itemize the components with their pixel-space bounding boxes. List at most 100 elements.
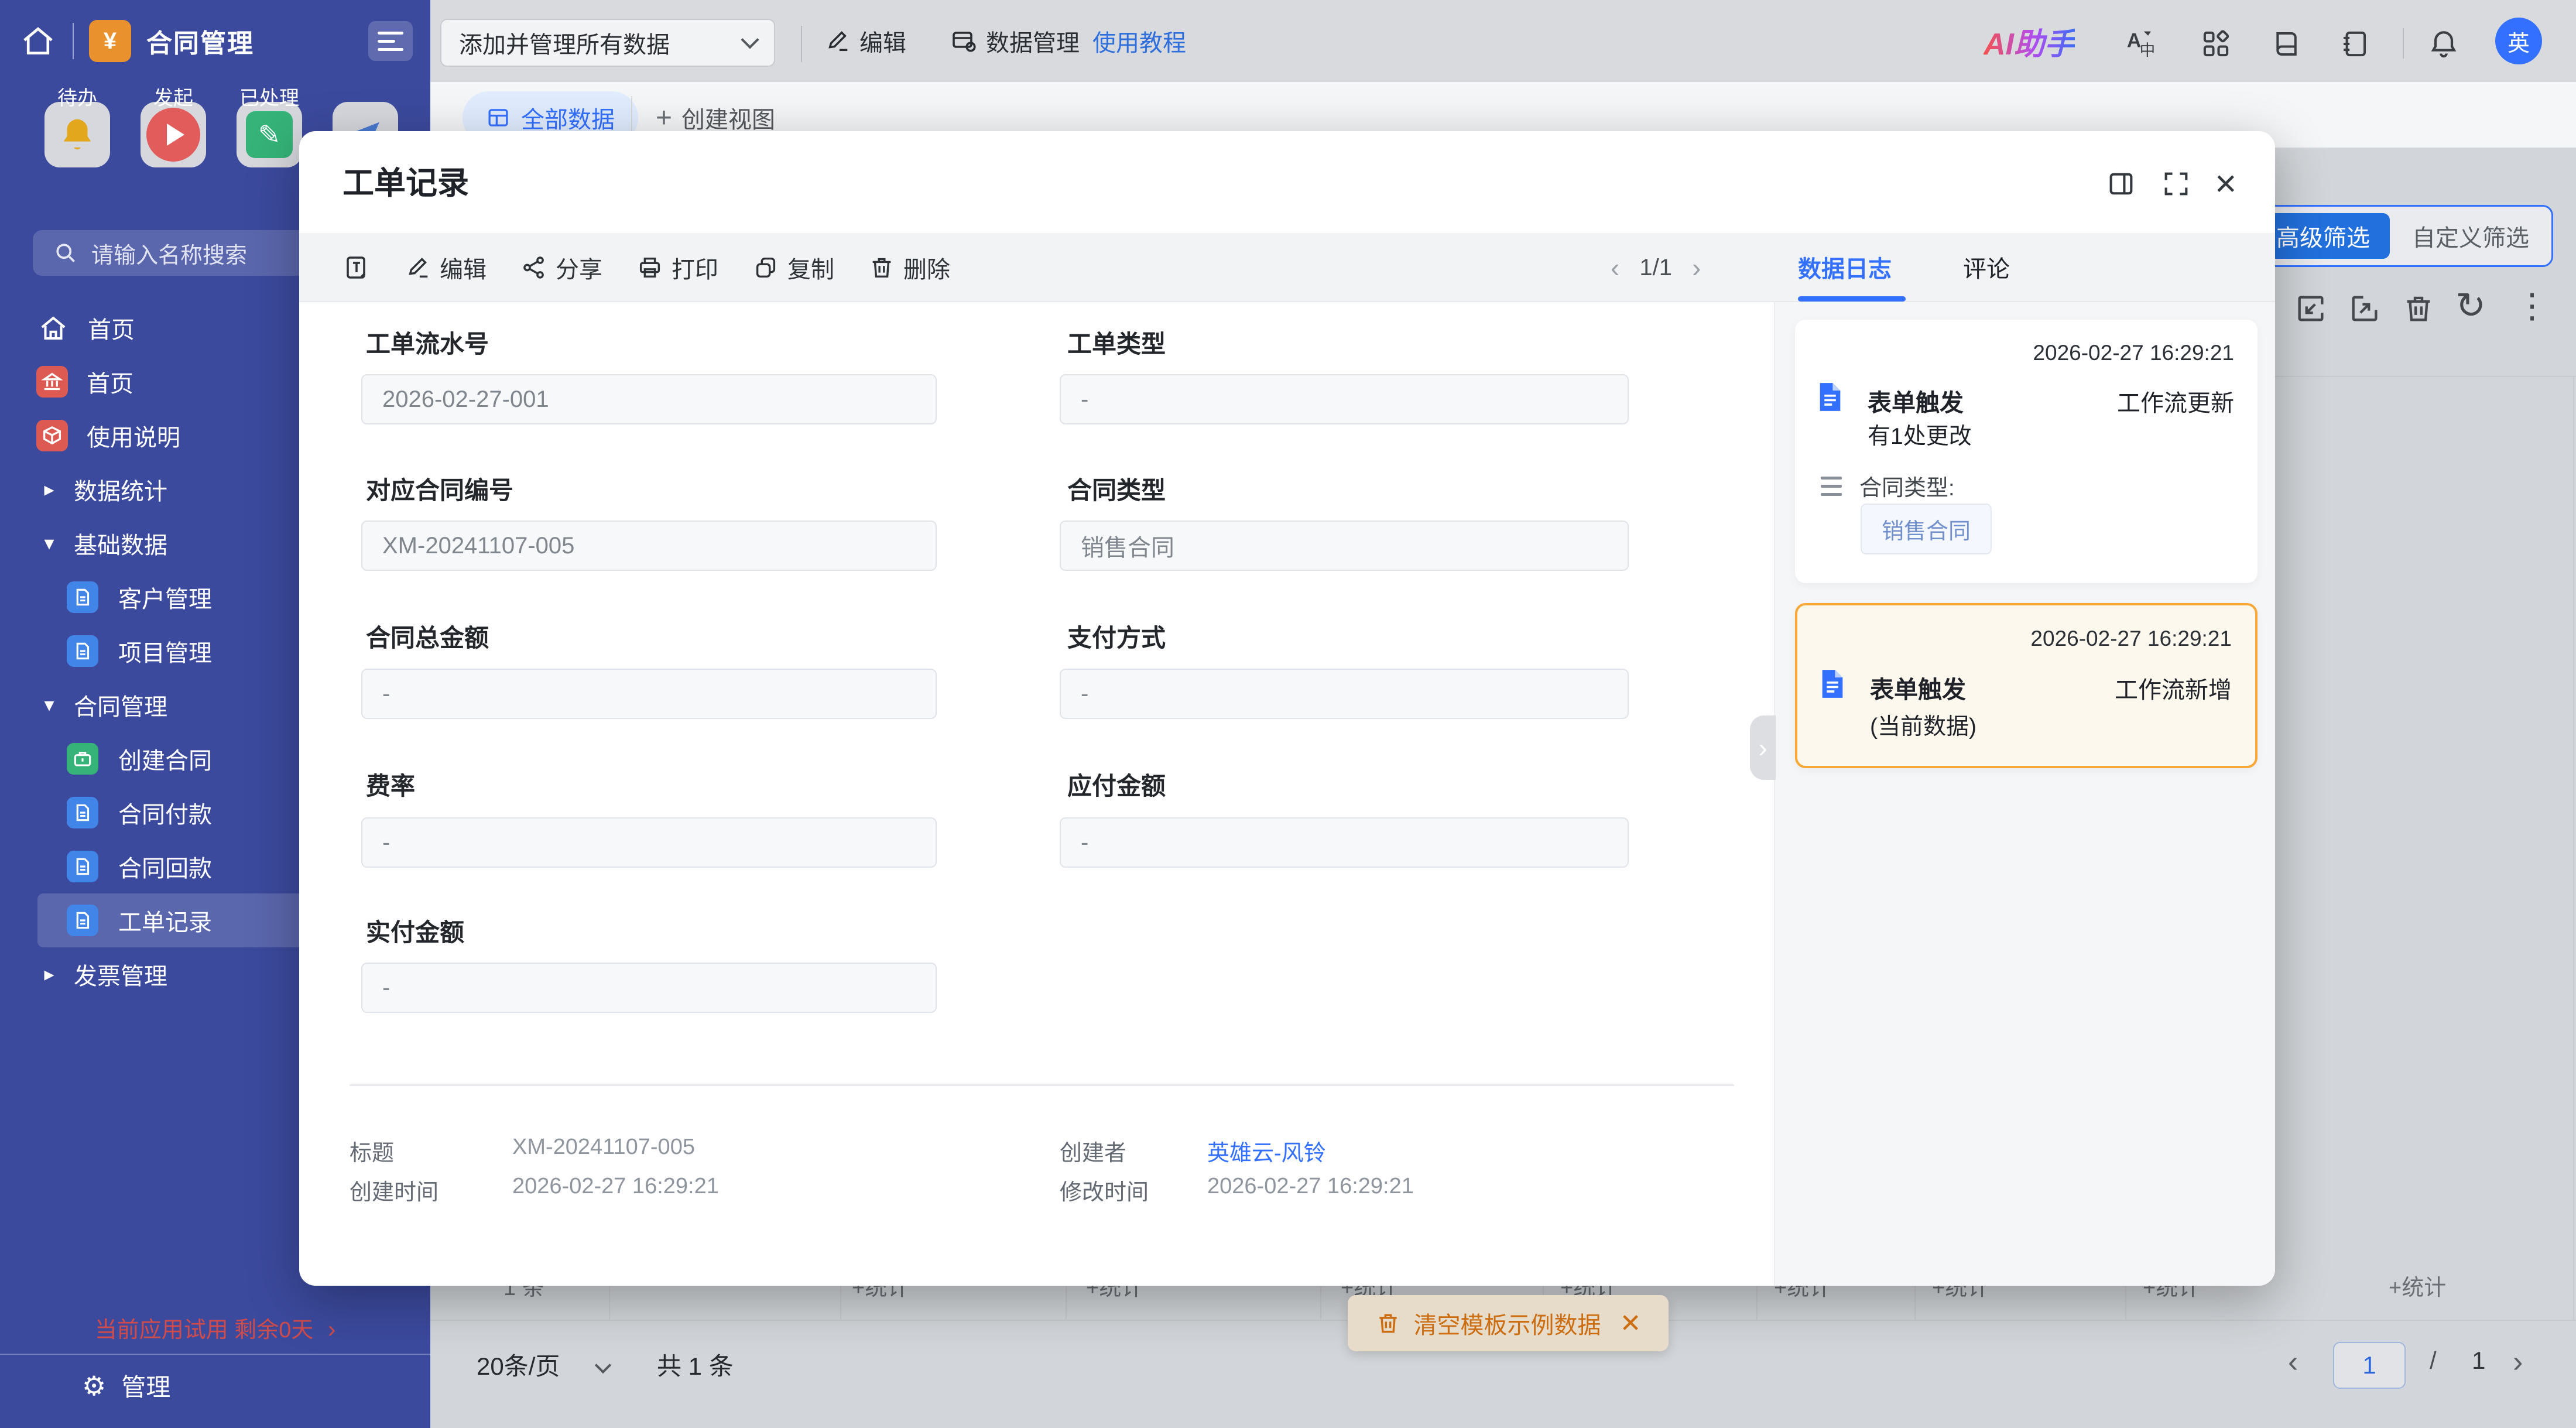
- record-pager: ‹ 1/1 ›: [1611, 233, 1701, 302]
- trash-icon: [868, 254, 895, 281]
- summary-stat[interactable]: +统计: [2389, 1269, 2446, 1302]
- pencil-icon: [824, 28, 851, 54]
- next-page-icon[interactable]: ›: [2513, 1344, 2523, 1379]
- delete-rows-icon[interactable]: [2402, 292, 2435, 326]
- meta-title-value: XM-20241107-005: [512, 1135, 695, 1160]
- page-input[interactable]: 1: [2333, 1342, 2406, 1389]
- filter-toggle: 高级筛选 自定义筛选: [2250, 205, 2553, 267]
- log-field-chip: 销售合同: [1861, 504, 1992, 554]
- admin-button[interactable]: ⚙ 管理: [82, 1368, 170, 1403]
- log-entry-highlighted[interactable]: 2026-02-27 16:29:21 表单触发 工作流新增 (当前数据): [1795, 603, 2258, 768]
- share-button[interactable]: 分享: [520, 251, 602, 285]
- document-icon: [67, 581, 98, 613]
- close-icon[interactable]: ×: [2215, 162, 2236, 205]
- log-note: 有1处更改: [1868, 418, 1972, 451]
- field-value[interactable]: -: [361, 669, 937, 719]
- next-record-icon[interactable]: ›: [1692, 252, 1701, 283]
- page-separator: /: [2430, 1347, 2437, 1375]
- divider: [2403, 28, 2404, 59]
- field-value[interactable]: -: [1060, 669, 1629, 719]
- tutorial-link[interactable]: 使用教程: [1092, 0, 1186, 82]
- box-icon: [36, 420, 68, 451]
- prev-record-icon[interactable]: ‹: [1611, 252, 1619, 283]
- more-icon[interactable]: ⋮: [2515, 288, 2549, 324]
- ai-assistant-button[interactable]: AI助手: [1984, 0, 2075, 82]
- shortcut-processed[interactable]: ✎: [237, 102, 302, 167]
- document-icon: [67, 905, 98, 936]
- handbook-icon[interactable]: [2270, 28, 2302, 60]
- field-label: 实付金额: [366, 913, 464, 948]
- modal-title: 工单记录: [342, 157, 469, 203]
- field-label: 对应合同编号: [366, 471, 513, 506]
- log-title: 表单触发: [1870, 670, 1966, 705]
- field-value[interactable]: -: [1060, 374, 1629, 424]
- field-label: 支付方式: [1067, 618, 1166, 654]
- trial-notice[interactable]: 当前应用试用 剩余0天 ›: [0, 1311, 430, 1344]
- trash-icon: [1375, 1310, 1401, 1336]
- clear-template-toast[interactable]: 清空模板示例数据 ✕: [1348, 1295, 1669, 1351]
- home-outline-icon: [37, 312, 69, 344]
- log-action: 工作流新增: [2115, 671, 2232, 705]
- filter-custom-button[interactable]: 自定义筛选: [2395, 213, 2547, 259]
- field-value[interactable]: -: [361, 817, 937, 868]
- bank-icon: [36, 366, 68, 398]
- modal-edit-button[interactable]: 编辑: [405, 251, 487, 285]
- field-label: 工单流水号: [366, 324, 489, 360]
- tab-data-log[interactable]: 数据日志: [1798, 233, 1892, 301]
- delete-button[interactable]: 删除: [868, 251, 950, 285]
- edit-button[interactable]: 编辑: [824, 0, 906, 82]
- refresh-icon[interactable]: ↻: [2455, 288, 2486, 324]
- table-border: [2275, 376, 2576, 377]
- page-size-select[interactable]: 20条/页: [477, 1347, 560, 1382]
- meta-modified-label: 修改时间: [1060, 1174, 1149, 1206]
- print-button[interactable]: 打印: [636, 251, 718, 285]
- home-icon[interactable]: [20, 23, 56, 59]
- data-manage-button[interactable]: 数据管理: [950, 0, 1080, 82]
- printer-icon: [636, 254, 663, 281]
- search-placeholder: 请输入名称搜索: [91, 237, 247, 269]
- divider: [0, 1354, 430, 1355]
- prev-page-icon[interactable]: ‹: [2288, 1344, 2298, 1379]
- export-icon[interactable]: [2348, 292, 2382, 326]
- log-field-label: 合同类型:: [1859, 470, 1955, 502]
- play-icon: [146, 108, 200, 162]
- import-icon[interactable]: [2294, 292, 2328, 326]
- field-display-icon: [342, 254, 371, 282]
- field-value[interactable]: 销售合同: [1060, 520, 1629, 571]
- fullscreen-icon[interactable]: [2161, 169, 2191, 199]
- filter-advanced-button[interactable]: 高级筛选: [2256, 213, 2390, 259]
- document-icon: [67, 797, 98, 828]
- field-label: 合同类型: [1067, 471, 1166, 506]
- copy-button[interactable]: 复制: [752, 251, 834, 285]
- bell-icon: [57, 114, 98, 155]
- field-value[interactable]: -: [1060, 817, 1629, 868]
- divider: [631, 96, 632, 133]
- screen: ¥ 合同管理 添加并管理所有数据 编辑 数据管理 使用教程: [0, 0, 2576, 1428]
- translate-icon[interactable]: A中: [2124, 26, 2158, 60]
- log-entry[interactable]: 2026-02-27 16:29:21 表单触发 工作流更新 有1处更改 合同类…: [1795, 320, 2258, 583]
- field-value[interactable]: -: [361, 963, 937, 1013]
- apps-grid-icon[interactable]: [2200, 28, 2232, 60]
- shortcut-initiate[interactable]: [141, 102, 206, 167]
- field-value[interactable]: 2026-02-27-001: [361, 374, 937, 424]
- field-label: 应付金额: [1067, 766, 1166, 802]
- sidebar-header: ¥ 合同管理: [0, 0, 430, 82]
- notifications-bell-icon[interactable]: [2427, 27, 2460, 60]
- meta-title-label: 标题: [350, 1135, 394, 1167]
- notebook-icon[interactable]: [2338, 28, 2370, 60]
- form-doc-icon: [1815, 379, 1845, 415]
- menu-toggle-icon[interactable]: [368, 21, 413, 61]
- scope-select[interactable]: 添加并管理所有数据: [440, 19, 775, 67]
- field-value[interactable]: XM-20241107-005: [361, 520, 937, 571]
- meta-creator-link[interactable]: 英雄云-风铃: [1207, 1135, 1326, 1167]
- share-icon: [520, 254, 547, 281]
- document-icon: [67, 635, 98, 667]
- field-display-button[interactable]: [342, 254, 371, 282]
- shortcut-todo[interactable]: [44, 102, 110, 167]
- tab-comments[interactable]: 评论: [1963, 233, 2010, 301]
- side-panel-icon[interactable]: [2106, 169, 2136, 199]
- collapse-panel-handle[interactable]: ›: [1750, 715, 1776, 780]
- chevron-down-icon[interactable]: [595, 1357, 611, 1374]
- user-avatar[interactable]: 英: [2495, 18, 2542, 64]
- close-toast-icon[interactable]: ✕: [1620, 1309, 1642, 1338]
